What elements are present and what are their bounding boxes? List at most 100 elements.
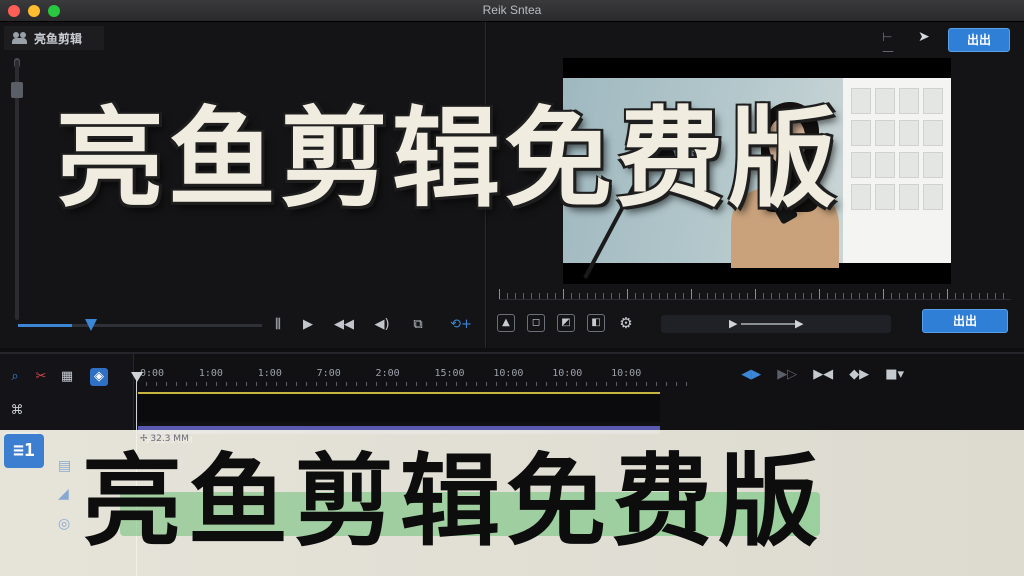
- timeline-ruler-label: 1:00: [257, 368, 282, 379]
- timeline-ruler[interactable]: 0:00 1:00 1:00 7:00 2:00 15:00 10:00 10:00 10:00: [136, 364, 696, 386]
- preview-ruler-tick: [739, 293, 740, 299]
- timeline-ruler-tick: [156, 382, 157, 386]
- preview-ruler-tick: [803, 293, 804, 299]
- snap-icon[interactable]: ◈: [90, 368, 108, 386]
- preview-ruler-tick: [563, 289, 564, 299]
- playhead-handle[interactable]: [131, 372, 143, 382]
- timeline-ruler-tick: [486, 382, 487, 386]
- preview-ruler-tick: [667, 293, 668, 299]
- seek-handle[interactable]: [85, 319, 97, 331]
- timeline-ruler-tick: [606, 382, 607, 386]
- timeline-ruler-tick: [246, 382, 247, 386]
- timeline-ruler-tick: [636, 382, 637, 386]
- play-icon[interactable]: ▶: [298, 316, 318, 334]
- preview-ruler-tick: [875, 293, 876, 299]
- timeline-ruler-tick: [666, 382, 667, 386]
- preview-ruler-tick: [547, 293, 548, 299]
- tab-media[interactable]: 亮鱼剪辑: [4, 26, 104, 50]
- preview-ruler-tick: [515, 293, 516, 299]
- search-icon[interactable]: ⌕: [6, 368, 24, 386]
- preview-ruler-tick: [627, 289, 628, 299]
- timeline-ruler-tick: [516, 382, 517, 386]
- timeline-ruler-tick: [456, 382, 457, 386]
- preview-ruler-tick: [851, 293, 852, 299]
- preview-ruler[interactable]: [499, 282, 1011, 300]
- timeline-ruler-tick: [396, 382, 397, 386]
- timeline-ruler-tick: [146, 382, 147, 386]
- timeline-ruler-tick: [326, 382, 327, 386]
- trim-range: [741, 323, 795, 325]
- volume-slider-handle[interactable]: [11, 82, 23, 98]
- magnet-icon[interactable]: ⌘: [8, 402, 26, 420]
- trim-start-icon[interactable]: ▶: [729, 315, 737, 333]
- grid-icon[interactable]: ▦: [58, 368, 76, 386]
- tab-media-label: 亮鱼剪辑: [34, 31, 83, 46]
- preview-ruler-tick: [619, 293, 620, 299]
- preview-ruler-tick: [731, 293, 732, 299]
- export-button-top[interactable]: 出出: [948, 28, 1010, 52]
- preview-ruler-tick: [635, 293, 636, 299]
- scissors-icon[interactable]: ✂: [32, 368, 50, 386]
- export-button-bottom[interactable]: 出出: [922, 309, 1008, 333]
- timeline-ruler-tick: [196, 382, 197, 386]
- timeline-ruler-tick: [216, 382, 217, 386]
- preview-ruler-tick: [523, 293, 524, 299]
- rewind-icon[interactable]: ◀◀: [334, 316, 354, 334]
- mark-in-button[interactable]: ▲: [497, 314, 515, 332]
- preview-ruler-tick: [651, 293, 652, 299]
- preview-ruler-tick: [755, 289, 756, 299]
- loop-icon[interactable]: ⟲+: [446, 316, 476, 334]
- preview-ruler-tick: [571, 293, 572, 299]
- timeline-ruler-tick: [576, 382, 577, 386]
- timeline-ruler-tick: [536, 382, 537, 386]
- crop-button[interactable]: ◩: [557, 314, 575, 332]
- timeline-ruler-tick: [416, 382, 417, 386]
- timeline-ruler-tick: [626, 382, 627, 386]
- preview-ruler-tick: [707, 293, 708, 299]
- preview-ruler-tick: [899, 293, 900, 299]
- marker-icon[interactable]: ◆▶: [849, 368, 869, 382]
- timeline-ruler-tick: [446, 382, 447, 386]
- player-controls: ⫼ ▶ ◀◀ ◀) ⧉ ⟲+: [0, 310, 486, 340]
- timeline-ruler-tick: [466, 382, 467, 386]
- seek-bar[interactable]: [18, 319, 262, 331]
- crop-icon[interactable]: ⧉: [408, 316, 428, 334]
- snapshot-button[interactable]: ◻: [527, 314, 545, 332]
- timeline-track-video[interactable]: [138, 392, 660, 422]
- preview-ruler-tick: [611, 293, 612, 299]
- split-view-icon[interactable]: ⊢—: [882, 30, 900, 58]
- lock-icon: ◎: [58, 516, 71, 532]
- gear-icon[interactable]: ⚙: [617, 314, 635, 332]
- window-title: Reik Sntea: [482, 3, 542, 17]
- timeline-ruler-label: 2:00: [375, 368, 400, 379]
- fit-icon[interactable]: ◀▶: [741, 368, 761, 382]
- trim-end-icon[interactable]: ▶: [795, 315, 803, 333]
- timeline-ruler-tick: [256, 382, 257, 386]
- timeline-ruler-tick: [526, 382, 527, 386]
- preview-ruler-tick: [779, 293, 780, 299]
- preview-ruler-tick: [747, 293, 748, 299]
- preview-ruler-tick: [507, 293, 508, 299]
- split-icon[interactable]: ⫼: [268, 316, 288, 334]
- preview-ruler-tick: [811, 293, 812, 299]
- volume-slider-track[interactable]: [15, 60, 19, 320]
- preview-ruler-tick: [691, 289, 692, 299]
- trim-slider[interactable]: ▶ ▶: [661, 315, 891, 333]
- split-button[interactable]: ◧: [587, 314, 605, 332]
- timeline-ruler-tick: [426, 382, 427, 386]
- timeline-ruler-label: 10:00: [493, 368, 524, 379]
- preview-ruler-tick: [971, 293, 972, 299]
- preview-ruler-tick: [795, 293, 796, 299]
- jump-forward-icon[interactable]: ▶◀: [813, 368, 833, 382]
- timeline-tools: ◀▶ ▶▷ ▶◀ ◆▶ ■▾: [741, 368, 904, 382]
- volume-icon[interactable]: ◀): [372, 316, 392, 334]
- pin-icon[interactable]: ➤: [918, 30, 932, 44]
- next-icon[interactable]: ▶▷: [777, 368, 797, 382]
- preview-ruler-tick: [683, 293, 684, 299]
- timeline-ruler-tick: [186, 382, 187, 386]
- preview-ruler-tick: [771, 293, 772, 299]
- more-icon[interactable]: ■▾: [885, 368, 904, 382]
- title-bar: Reik Sntea: [0, 0, 1024, 22]
- timeline-ruler-tick: [616, 382, 617, 386]
- preview-ruler-tick: [531, 293, 532, 299]
